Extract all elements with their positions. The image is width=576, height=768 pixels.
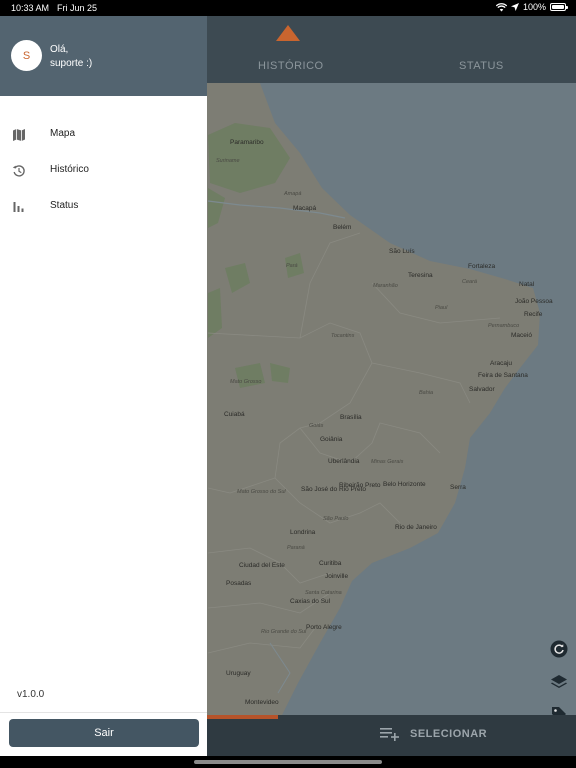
menu-item-label: Mapa [50, 128, 76, 139]
status-indicators: 100% [495, 2, 568, 12]
history-icon [12, 165, 25, 177]
map-place-label: Uberlândia [328, 458, 360, 465]
map-place-label: Fortaleza [468, 263, 495, 270]
select-button[interactable]: SELECIONAR [380, 727, 487, 741]
drawer-header: S Olá, suporte :) [0, 16, 207, 96]
map-place-label: João Pessoa [515, 298, 553, 305]
map-place-label: Mato Grosso do Sul [237, 489, 286, 495]
map-place-label: Paramaribo [230, 139, 264, 146]
status-time: 10:33 AM [11, 3, 50, 13]
map-place-label: Bahia [419, 390, 433, 396]
map-place-label: Tocantins [331, 333, 355, 339]
map-place-label: Macapá [293, 205, 317, 212]
map-place-label: Ribeirão Preto [339, 482, 381, 489]
map-place-label: Maranhão [373, 283, 398, 289]
map-place-label: Ceará [462, 279, 477, 285]
map-place-label: Santa Catarina [305, 590, 342, 596]
layers-icon [551, 675, 567, 688]
map-place-label: São Paulo [323, 516, 348, 522]
map-place-label: Ciudad del Este [239, 562, 285, 569]
home-indicator[interactable] [194, 760, 382, 764]
user-greeting: Olá, suporte :) [50, 43, 92, 71]
bar-chart-icon [13, 202, 24, 212]
wifi-icon [495, 2, 507, 11]
map-place-label: Londrina [290, 529, 316, 536]
status-bar: 10:33 AM Fri Jun 25 100% [0, 0, 576, 16]
tab-status[interactable]: STATUS [459, 60, 504, 72]
greeting-line-1: Olá, [50, 44, 69, 55]
app-logo-icon [276, 25, 300, 41]
map-place-label: Belém [333, 224, 351, 231]
map-place-label: Pará [286, 263, 298, 269]
map-place-label: São Luís [389, 248, 415, 255]
map-place-label: Salvador [469, 386, 495, 393]
map-place-label: Belo Horizonte [383, 481, 426, 488]
drawer-divider [0, 712, 207, 713]
tag-button[interactable] [550, 705, 570, 715]
map-icon [13, 129, 25, 141]
map-place-label: Mato Grosso [230, 379, 261, 385]
refresh-icon [550, 640, 568, 658]
tab-historico[interactable]: HISTÓRICO [258, 60, 324, 72]
map-place-label: Joinville [325, 573, 349, 580]
refresh-map-button[interactable] [550, 640, 570, 660]
app-version: v1.0.0 [17, 689, 45, 700]
greeting-line-2: suporte :) [50, 58, 93, 69]
location-arrow-icon [510, 3, 519, 11]
map-place-label: Maceió [511, 332, 532, 339]
map-place-label: Rio Grande do Sul [261, 629, 307, 635]
map-place-label: Pernambuco [488, 323, 519, 329]
select-label: SELECIONAR [410, 728, 488, 740]
home-indicator-area [0, 756, 576, 768]
map-place-label: Rio de Janeiro [395, 524, 437, 531]
map-place-label: Goiânia [320, 436, 343, 443]
map-place-label: Porto Alegre [306, 624, 342, 631]
map-place-label: Suriname [216, 158, 240, 164]
bottom-progress-indicator [207, 715, 278, 719]
map-place-label: Curitiba [319, 560, 342, 567]
map-place-label: Posadas [226, 580, 252, 587]
map-place-label: Caxias do Sul [290, 598, 331, 605]
map-place-label: Cuiabá [224, 411, 245, 418]
menu-item-label: Status [50, 200, 79, 211]
menu-item-historico[interactable]: Histórico [0, 155, 207, 185]
menu-item-mapa[interactable]: Mapa [0, 119, 207, 149]
map-place-label: Brasília [340, 414, 362, 421]
map-place-label: Feira de Santana [478, 372, 528, 379]
map-place-label: Paraná [287, 545, 305, 551]
map-place-label: Amapá [283, 191, 301, 197]
map-place-label: Piauí [435, 305, 448, 311]
menu-item-label: Histórico [50, 164, 89, 175]
map-place-label: Teresina [408, 272, 433, 279]
map-place-label: Aracaju [490, 360, 512, 367]
map-place-label: Recife [524, 311, 543, 318]
map-place-label: Minas Gerais [371, 459, 404, 465]
map-place-label: Serra [450, 484, 466, 491]
battery-icon [550, 3, 568, 11]
map-place-label: Natal [519, 281, 535, 288]
map-place-label: Montevideo [245, 699, 279, 706]
playlist-add-icon [380, 728, 399, 741]
navigation-drawer: S Olá, suporte :) Mapa Histórico Status … [0, 16, 207, 756]
map-place-label: Uruguay [226, 670, 251, 677]
logout-button[interactable]: Sair [9, 719, 199, 747]
battery-percent: 100% [522, 2, 546, 12]
status-date: Fri Jun 25 [57, 3, 98, 13]
avatar: S [11, 40, 42, 71]
tag-icon [552, 707, 566, 715]
map-place-label: Goiás [309, 423, 324, 429]
layers-button[interactable] [550, 673, 570, 693]
menu-item-status[interactable]: Status [0, 191, 207, 221]
